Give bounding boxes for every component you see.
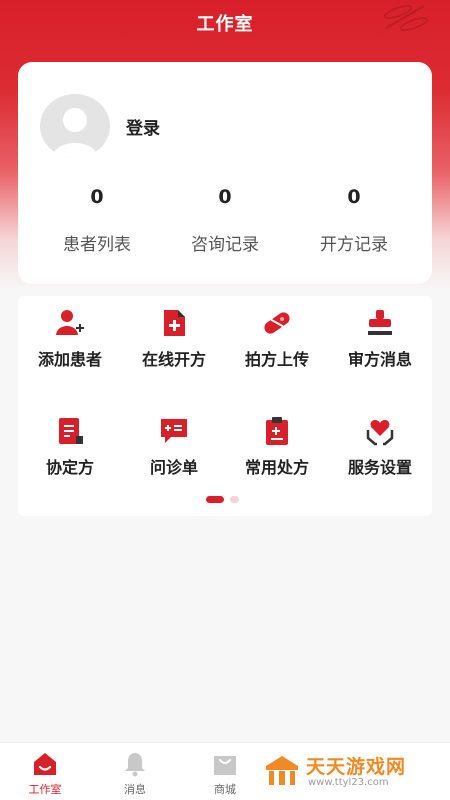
profile-card: 登录 0 患者列表 0 咨询记录 0 开方记录 (18, 62, 432, 284)
menu-item-agreement-prescription[interactable]: 协定方 (18, 416, 122, 478)
dragonfly-decoration-icon (384, 5, 428, 31)
watermark-url: www.ttyl23.com (308, 777, 389, 788)
menu-grid: 添加患者 在线开方 拍方上传 审方消息 协定方 问诊单 常用处方 服务设置 (18, 296, 432, 516)
page-dot-active (206, 496, 224, 503)
stamp-review-icon (368, 310, 392, 335)
menu-item-label: 审方消息 (347, 350, 412, 369)
menu-item-label: 添加患者 (37, 350, 102, 369)
tab-messages[interactable]: 消息 (103, 751, 167, 797)
menu-item-common-prescriptions[interactable]: 常用处方 (225, 416, 329, 478)
clipboard-icon (266, 417, 288, 445)
menu-item-label: 协定方 (45, 458, 94, 477)
user-avatar-icon (52, 108, 98, 158)
home-icon (34, 753, 56, 775)
tab-label: 商城 (214, 783, 236, 796)
consultation-form-icon (161, 419, 187, 443)
tab-workroom[interactable]: 工作室 (13, 751, 77, 797)
stat-label: 咨询记录 (191, 235, 259, 255)
watermark-logo-icon (266, 756, 298, 785)
menu-item-label: 在线开方 (141, 350, 206, 369)
menu-item-online-prescription[interactable]: 在线开方 (122, 308, 226, 370)
login-link[interactable]: 登录 (126, 114, 160, 139)
watermark-name: 天天游戏网 (306, 756, 407, 778)
avatar[interactable] (40, 94, 110, 158)
stat-consultation-records[interactable]: 0 咨询记录 (156, 186, 294, 255)
menu-item-label: 问诊单 (149, 458, 198, 477)
site-watermark: 天天游戏网 www.ttyl23.com (258, 748, 444, 794)
menu-item-label: 服务设置 (347, 458, 412, 477)
online-prescription-icon (164, 310, 185, 336)
bell-icon (125, 753, 145, 777)
menu-item-photo-upload[interactable]: 拍方上传 (225, 308, 329, 370)
stat-patient-list[interactable]: 0 患者列表 (28, 186, 166, 255)
add-patient-icon (56, 310, 84, 335)
stat-prescription-records[interactable]: 0 开方记录 (285, 186, 423, 255)
menu-item-review-messages[interactable]: 审方消息 (328, 308, 432, 370)
stat-value: 0 (347, 186, 361, 208)
menu-item-consultation-form[interactable]: 问诊单 (122, 416, 226, 478)
heart-hands-icon (366, 420, 394, 446)
stat-label: 患者列表 (63, 235, 131, 255)
menu-item-label: 拍方上传 (244, 350, 309, 369)
menu-item-service-settings[interactable]: 服务设置 (328, 416, 432, 478)
tab-label: 消息 (124, 783, 146, 796)
tab-mall[interactable]: 商城 (193, 751, 257, 797)
stat-value: 0 (90, 186, 104, 208)
page-dot (230, 496, 239, 503)
menu-item-label: 常用处方 (244, 458, 309, 477)
menu-item-add-patient[interactable]: 添加患者 (18, 308, 122, 370)
shopping-bag-icon (214, 756, 236, 775)
agreement-doc-icon (59, 418, 83, 444)
tab-label: 工作室 (28, 783, 62, 796)
stat-value: 0 (218, 186, 232, 208)
stat-label: 开方记录 (320, 235, 388, 255)
pill-upload-icon (264, 312, 290, 334)
